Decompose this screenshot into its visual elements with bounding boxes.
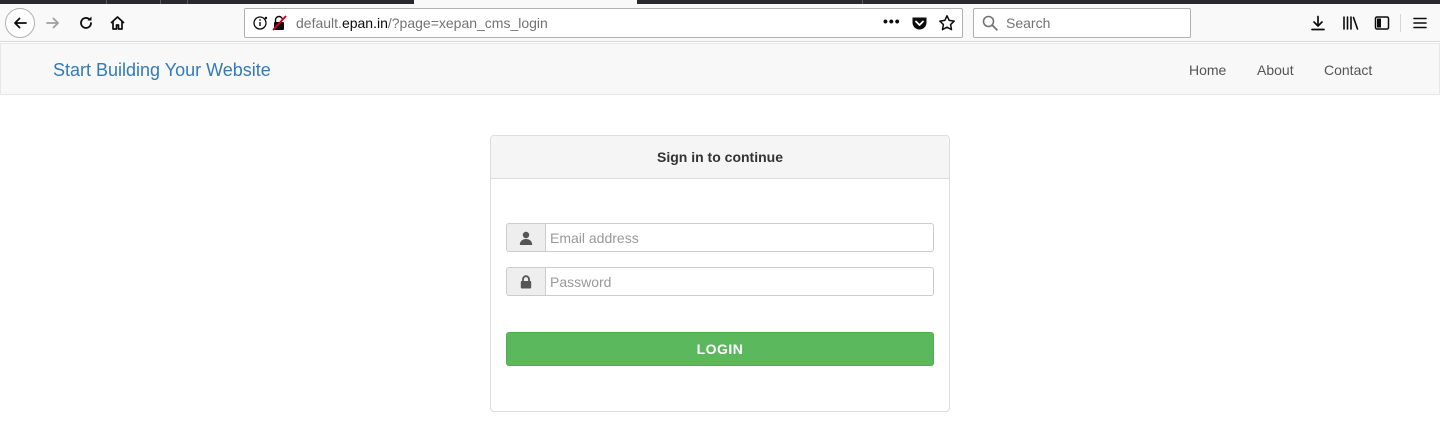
search-input[interactable] [1006, 14, 1176, 32]
insecure-lock-icon[interactable] [271, 15, 287, 36]
nav-link-contact[interactable]: Contact [1324, 62, 1372, 78]
reload-button[interactable] [70, 7, 102, 39]
arrow-right-icon [45, 15, 61, 31]
pocket-icon[interactable] [911, 15, 928, 36]
hamburger-menu-icon[interactable] [1410, 13, 1430, 33]
arrow-left-icon [5, 8, 35, 38]
url-text[interactable]: default.epan.in/?page=xepan_cms_login [296, 15, 548, 31]
toolbar-divider [1400, 14, 1401, 32]
url-bar[interactable]: default.epan.in/?page=xepan_cms_login ••… [244, 8, 963, 38]
url-domain: epan.in [341, 15, 388, 31]
search-bar[interactable] [973, 8, 1191, 38]
browser-toolbar: default.epan.in/?page=xepan_cms_login ••… [0, 4, 1440, 42]
login-button[interactable]: LOGIN [506, 332, 934, 366]
lock-icon [506, 267, 545, 296]
forward-button[interactable] [37, 7, 69, 39]
site-navbar: Start Building Your Website Home About C… [0, 43, 1440, 95]
password-field-group [506, 267, 934, 296]
nav-link-about[interactable]: About [1257, 62, 1294, 78]
login-panel: Sign in to continue LOGIN [490, 135, 950, 412]
star-icon[interactable] [938, 14, 956, 37]
back-button[interactable] [4, 7, 36, 39]
page-actions-menu-icon[interactable]: ••• [883, 13, 901, 29]
user-icon [506, 223, 545, 252]
reload-icon [78, 15, 94, 31]
url-path: /?page=xepan_cms_login [387, 15, 548, 31]
brand-link[interactable]: Start Building Your Website [53, 60, 271, 81]
download-icon[interactable] [1308, 13, 1328, 33]
search-icon [982, 15, 998, 36]
email-input[interactable] [545, 223, 934, 252]
info-icon[interactable] [253, 15, 269, 36]
password-input[interactable] [545, 267, 934, 296]
home-button[interactable] [101, 7, 133, 39]
email-field-group [506, 223, 934, 252]
home-icon [109, 15, 126, 31]
login-heading: Sign in to continue [491, 136, 949, 179]
sidebar-icon[interactable] [1372, 13, 1392, 33]
url-prefix: default. [296, 15, 342, 31]
nav-link-home[interactable]: Home [1189, 62, 1226, 78]
library-icon[interactable] [1341, 13, 1361, 33]
